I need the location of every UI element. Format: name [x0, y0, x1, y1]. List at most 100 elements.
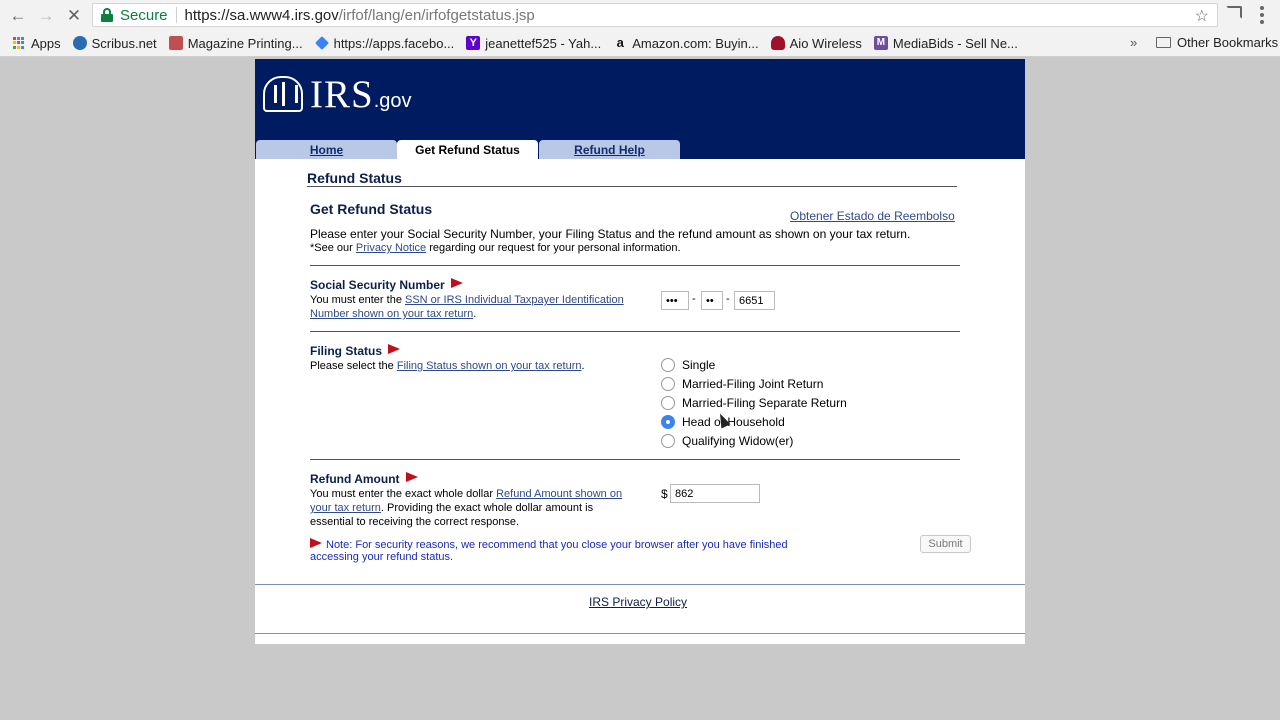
tab-refund-help[interactable]: Refund Help — [539, 140, 680, 159]
secure-label: Secure — [120, 6, 168, 24]
irs-logo-suffix: .gov — [373, 90, 412, 112]
filing-option-married-joint[interactable]: Married-Filing Joint Return — [661, 376, 823, 392]
radio-button[interactable] — [661, 415, 675, 429]
diamond-icon — [314, 36, 329, 50]
irs-logo[interactable]: IRS.gov — [310, 72, 412, 117]
bookmark-mediabids[interactable]: M MediaBids - Sell Ne... — [868, 32, 1024, 54]
cast-icon[interactable] — [1226, 6, 1242, 19]
aio-icon — [770, 36, 785, 50]
scribus-icon — [72, 36, 87, 50]
bookmark-label: Apps — [31, 35, 61, 51]
privacy-suffix: regarding our request for your personal … — [426, 242, 681, 254]
bookmark-label: https://apps.facebo... — [333, 35, 455, 51]
divider — [310, 265, 960, 266]
privacy-prefix: *See our — [310, 242, 356, 254]
bookmark-aio-wireless[interactable]: Aio Wireless — [765, 32, 868, 54]
divider — [310, 459, 960, 460]
radio-button[interactable] — [661, 377, 675, 391]
bookmark-amazon[interactable]: a Amazon.com: Buyin... — [607, 32, 764, 54]
security-note: Note: For security reasons, we recommend… — [310, 538, 810, 563]
refund-help: You must enter the exact whole dollar Re… — [310, 487, 635, 529]
intro-text: Please enter your Social Security Number… — [310, 227, 911, 241]
ssn-help-suffix: . — [473, 308, 477, 320]
page-title: Refund Status — [307, 170, 402, 186]
yahoo-icon: Y — [466, 36, 481, 50]
required-flag-icon — [405, 472, 418, 482]
bookmark-yahoo[interactable]: Y jeanettef525 - Yah... — [460, 32, 607, 54]
filing-help: Please select the Filing Status shown on… — [310, 359, 640, 373]
filing-help-link[interactable]: Filing Status shown on your tax return — [397, 360, 582, 372]
submit-button[interactable]: Submit — [920, 535, 971, 553]
security-note-text: Note: For security reasons, we recommend… — [310, 539, 788, 563]
back-arrow-icon[interactable]: ← — [8, 5, 28, 25]
irs-header: IRS.gov Home Get Refund Status Refund He… — [255, 59, 1025, 159]
radio-label: Single — [682, 358, 716, 372]
footer-divider — [255, 584, 1025, 585]
refund-section-title: Refund Amount — [310, 472, 418, 486]
irs-privacy-policy-link[interactable]: IRS Privacy Policy — [589, 595, 687, 609]
footer-divider — [255, 633, 1025, 634]
filing-option-qualifying-widow[interactable]: Qualifying Widow(er) — [661, 433, 793, 449]
privacy-note: *See our Privacy Notice regarding our re… — [310, 242, 681, 254]
radio-button[interactable] — [661, 358, 675, 372]
browser-toolbar: ← → ✕ Secure https://sa.www4.irs.gov /ir… — [0, 0, 1280, 30]
ssn-help-prefix: You must enter the — [310, 294, 405, 306]
filing-option-single[interactable]: Single — [661, 357, 715, 373]
tab-get-refund-status[interactable]: Get Refund Status — [397, 140, 538, 159]
radio-button[interactable] — [661, 434, 675, 448]
bookmark-facebook-apps[interactable]: https://apps.facebo... — [309, 32, 461, 54]
apps-grid-icon — [12, 36, 26, 50]
ssn-part1-input[interactable]: ••• — [661, 291, 689, 310]
browser-chrome: ← → ✕ Secure https://sa.www4.irs.gov /ir… — [0, 0, 1280, 57]
refund-title: Refund Amount — [310, 472, 400, 486]
folder-icon — [1156, 36, 1171, 48]
amazon-icon: a — [616, 35, 624, 50]
filing-title: Filing Status — [310, 344, 382, 358]
radio-label: Qualifying Widow(er) — [682, 434, 794, 448]
bookmark-star-icon[interactable]: ☆ — [1195, 6, 1209, 26]
bookmark-scribus[interactable]: Scribus.net — [67, 32, 163, 54]
refund-amount-input[interactable]: 862 — [670, 484, 760, 503]
ssn-part2-input[interactable]: •• — [701, 291, 723, 310]
irs-eagle-logo-icon[interactable] — [263, 76, 303, 112]
ssn-separator: - — [726, 293, 730, 305]
privacy-notice-link[interactable]: Privacy Notice — [356, 242, 426, 254]
browser-menu-icon[interactable] — [1254, 5, 1270, 25]
lock-icon — [101, 8, 113, 22]
bookmark-magazine-printing[interactable]: Magazine Printing... — [163, 32, 309, 54]
bookmark-apps[interactable]: Apps — [6, 32, 67, 54]
radio-label: Married-Filing Separate Return — [682, 396, 847, 410]
bookmark-label: Magazine Printing... — [187, 35, 303, 51]
ssn-title: Social Security Number — [310, 278, 445, 292]
bookmark-label: Aio Wireless — [789, 35, 862, 51]
filing-help-suffix: . — [581, 360, 585, 372]
ssn-section-title: Social Security Number — [310, 278, 463, 292]
currency-symbol: $ — [661, 487, 668, 501]
address-separator — [175, 7, 177, 23]
irs-logo-text: IRS — [310, 73, 374, 116]
required-flag-icon — [388, 344, 400, 354]
bookmarks-overflow-chevron-icon[interactable]: » — [1130, 31, 1137, 53]
divider — [310, 331, 960, 332]
filing-option-married-separate[interactable]: Married-Filing Separate Return — [661, 395, 847, 411]
tab-home[interactable]: Home — [256, 140, 397, 159]
url-path: /irfof/lang/en/irfofgetstatus.jsp — [338, 6, 535, 24]
forward-arrow-icon[interactable]: → — [36, 5, 56, 25]
required-flag-icon — [450, 278, 463, 288]
bookmark-label: Amazon.com: Buyin... — [632, 35, 759, 51]
ssn-part3-input[interactable]: 6651 — [734, 291, 775, 310]
other-bookmarks-folder[interactable]: Other Bookmarks — [1150, 31, 1280, 53]
spanish-version-link[interactable]: Obtener Estado de Reembolso — [790, 209, 955, 223]
radio-label: Married-Filing Joint Return — [682, 377, 824, 391]
other-bookmarks-label: Other Bookmarks — [1177, 34, 1279, 50]
stop-loading-icon[interactable]: ✕ — [64, 5, 84, 25]
bookmark-label: Scribus.net — [91, 35, 157, 51]
ssn-separator: - — [692, 293, 696, 305]
url-host: https://sa.www4.irs.gov — [184, 6, 339, 24]
mediabids-icon: M — [873, 36, 888, 50]
divider — [307, 186, 957, 187]
magazine-icon — [168, 36, 183, 50]
form-title: Get Refund Status — [310, 201, 433, 217]
radio-button[interactable] — [661, 396, 675, 410]
address-bar[interactable]: Secure https://sa.www4.irs.gov /irfof/la… — [92, 3, 1218, 27]
